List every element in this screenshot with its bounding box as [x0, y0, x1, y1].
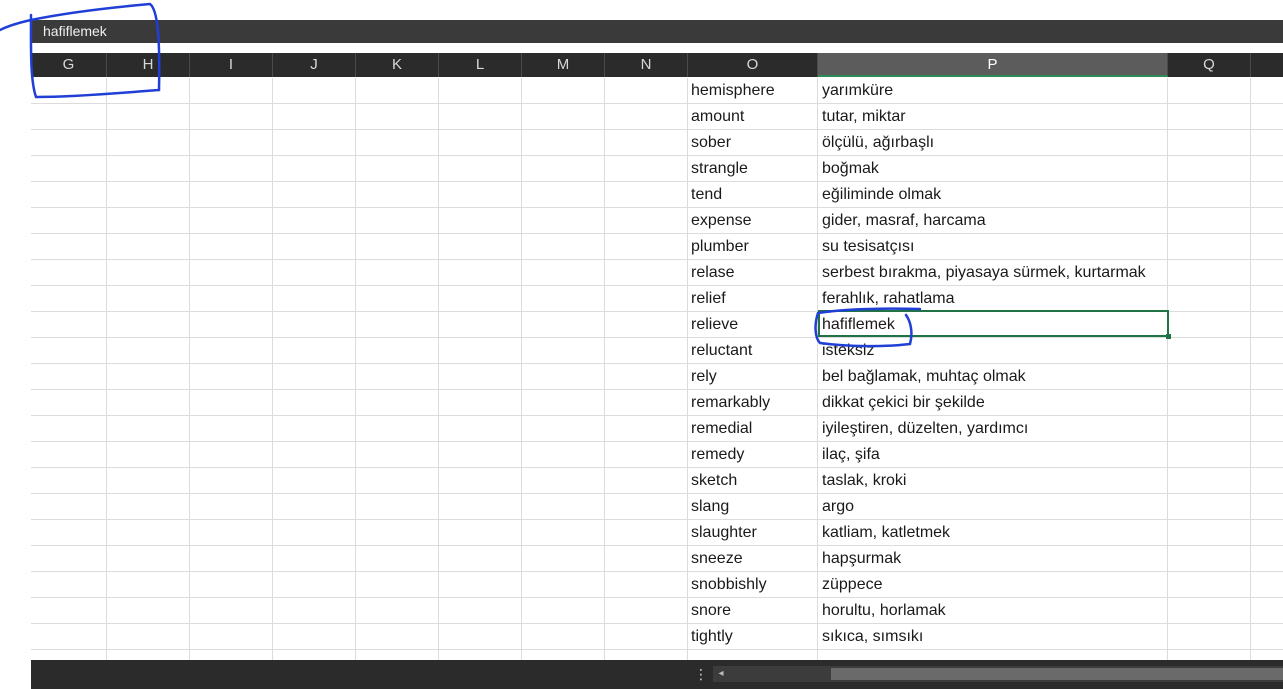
cell-p[interactable]: hapşurmak — [822, 546, 901, 571]
cell-o[interactable]: sketch — [691, 468, 737, 493]
cell-o[interactable]: expense — [691, 208, 752, 233]
cell-o[interactable]: snore — [691, 598, 731, 623]
column-header-o[interactable]: O — [688, 53, 818, 77]
status-bar: ⋮ ◂ — [31, 660, 1283, 689]
column-header-p[interactable]: P — [818, 53, 1168, 77]
horizontal-scrollbar[interactable]: ◂ — [713, 666, 1283, 682]
cell-o[interactable]: rely — [691, 364, 717, 389]
cell-o[interactable]: hemisphere — [691, 78, 775, 103]
table-row: remedy ilaç, şifa — [31, 442, 1283, 468]
cell-o[interactable]: sneeze — [691, 546, 743, 571]
cell-p[interactable]: horultu, horlamak — [822, 598, 946, 623]
table-row: expense gider, masraf, harcama — [31, 208, 1283, 234]
cell-p[interactable]: sıkıca, sımsıkı — [822, 624, 923, 649]
cell-p[interactable]: dikkat çekici bir şekilde — [822, 390, 985, 415]
cell-p[interactable]: katliam, katletmek — [822, 520, 950, 545]
vertical-dots-icon[interactable]: ⋮ — [694, 666, 708, 682]
formula-bar[interactable]: hafiflemek — [31, 20, 1283, 43]
cell-p[interactable]: ölçülü, ağırbaşlı — [822, 130, 934, 155]
cell-o[interactable]: relase — [691, 260, 735, 285]
cell-p[interactable]: argo — [822, 494, 854, 519]
cell-p[interactable]: iyileştiren, düzelten, yardımcı — [822, 416, 1028, 441]
table-row: sketch taslak, kroki — [31, 468, 1283, 494]
column-headers: GHIJKLMNOPQ — [31, 53, 1283, 77]
cell-o[interactable]: remarkably — [691, 390, 770, 415]
cell-p[interactable]: yarımküre — [822, 78, 893, 103]
formula-bar-content: hafiflemek — [43, 23, 107, 39]
column-header-h[interactable]: H — [107, 53, 190, 77]
cell-p[interactable]: eğiliminde olmak — [822, 182, 941, 207]
cell-p[interactable]: taslak, kroki — [822, 468, 906, 493]
cell-grid[interactable]: hemisphere yarımküre amount tutar, miktar so… — [31, 78, 1283, 660]
cell-p[interactable]: serbest bırakma, piyasaya sürmek, kurtar… — [822, 260, 1146, 285]
cell-p[interactable]: hafiflemek — [822, 312, 895, 337]
cell-o[interactable]: sober — [691, 130, 731, 155]
cell-o[interactable]: tend — [691, 182, 722, 207]
cell-o[interactable]: reluctant — [691, 338, 752, 363]
column-header-g[interactable]: G — [31, 53, 107, 77]
table-row: strangle boğmak — [31, 156, 1283, 182]
cell-o[interactable]: amount — [691, 104, 744, 129]
column-header-k[interactable]: K — [356, 53, 439, 77]
table-row: slaughter katliam, katletmek — [31, 520, 1283, 546]
cell-o[interactable]: remedial — [691, 416, 752, 441]
cell-o[interactable]: slaughter — [691, 520, 757, 545]
table-row: tightly sıkıca, sımsıkı — [31, 624, 1283, 650]
column-header-i[interactable]: I — [190, 53, 273, 77]
cell-p[interactable]: bel bağlamak, muhtaç olmak — [822, 364, 1026, 389]
column-header-m[interactable]: M — [522, 53, 605, 77]
table-row: snobbishly züppece — [31, 572, 1283, 598]
table-row: remarkably dikkat çekici bir şekilde — [31, 390, 1283, 416]
cell-p[interactable]: ilaç, şifa — [822, 442, 880, 467]
cell-o[interactable]: snobbishly — [691, 572, 767, 597]
table-row: remedial iyileştiren, düzelten, yardımcı — [31, 416, 1283, 442]
table-row: relase serbest bırakma, piyasaya sürmek, … — [31, 260, 1283, 286]
table-row: sober ölçülü, ağırbaşlı — [31, 130, 1283, 156]
table-row: hemisphere yarımküre — [31, 78, 1283, 104]
column-header-q[interactable]: Q — [1168, 53, 1251, 77]
cell-o[interactable]: remedy — [691, 442, 744, 467]
cell-o[interactable]: plumber — [691, 234, 749, 259]
column-header-j[interactable]: J — [273, 53, 356, 77]
table-row: relief ferahlık, rahatlama — [31, 286, 1283, 312]
cell-p[interactable]: züppece — [822, 572, 883, 597]
column-header-n[interactable]: N — [605, 53, 688, 77]
cell-o[interactable]: strangle — [691, 156, 748, 181]
cell-p[interactable]: su tesisatçısı — [822, 234, 914, 259]
cell-p[interactable]: isteksiz — [822, 338, 874, 363]
table-row: snore horultu, horlamak — [31, 598, 1283, 624]
column-header-l[interactable]: L — [439, 53, 522, 77]
table-row: reluctant isteksiz — [31, 338, 1283, 364]
table-row: rely bel bağlamak, muhtaç olmak — [31, 364, 1283, 390]
cell-p[interactable]: ferahlık, rahatlama — [822, 286, 955, 311]
cell-o[interactable]: relief — [691, 286, 726, 311]
cell-p[interactable]: boğmak — [822, 156, 879, 181]
triangle-left-icon[interactable]: ◂ — [713, 666, 729, 682]
fill-handle[interactable] — [1166, 334, 1171, 339]
table-row: slang argo — [31, 494, 1283, 520]
table-row: amount tutar, miktar — [31, 104, 1283, 130]
table-row: plumber su tesisatçısı — [31, 234, 1283, 260]
table-row: sneeze hapşurmak — [31, 546, 1283, 572]
table-row: tend eğiliminde olmak — [31, 182, 1283, 208]
table-row: relieve hafiflemek — [31, 312, 1283, 338]
scrollbar-thumb[interactable] — [831, 668, 1283, 680]
cell-o[interactable]: slang — [691, 494, 729, 519]
cell-p[interactable]: gider, masraf, harcama — [822, 208, 986, 233]
cell-p[interactable]: tutar, miktar — [822, 104, 906, 129]
cell-o[interactable]: tightly — [691, 624, 733, 649]
cell-o[interactable]: relieve — [691, 312, 738, 337]
